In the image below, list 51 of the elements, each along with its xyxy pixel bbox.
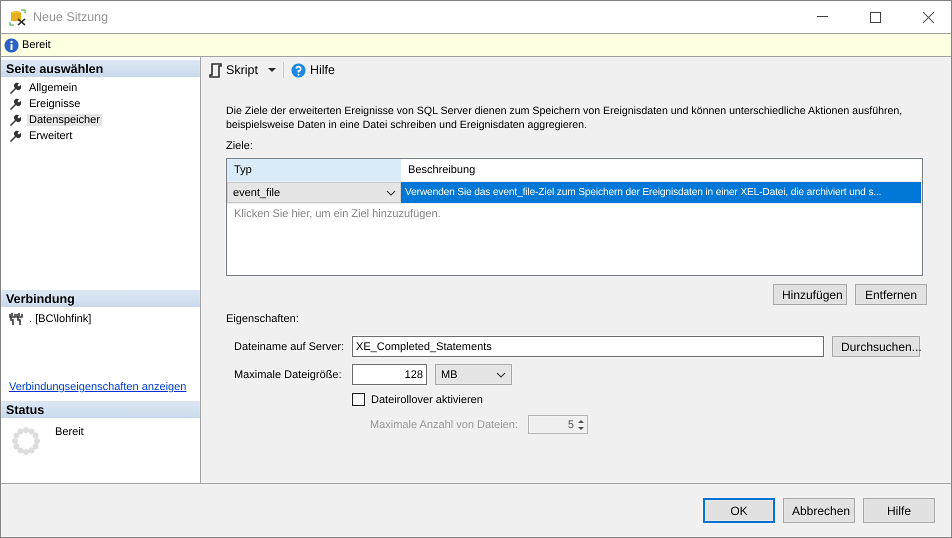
description-text: Die Ziele der erweiterten Ereignisse von SQL Server dienen zum Speichern von Ereignisdaten und können unterschiedliche Aktionen ausführen, beispielsweise Daten in eine Datei schreiben und Ereignisdaten aggregieren. xyxy=(226,104,904,132)
scroll-icon xyxy=(208,62,222,78)
sidebar-item[interactable]: Allgemein xyxy=(27,82,80,94)
dialog-button[interactable]: Abbrechen xyxy=(783,498,855,523)
script-button[interactable]: Skript xyxy=(206,62,278,78)
browse-button[interactable]: Durchsuchen... xyxy=(832,336,920,357)
dialog-button[interactable]: Hilfe xyxy=(863,498,935,523)
table-cell: Verwenden Sie das event_file-Ziel zum Speichern der Ereignisdaten in einer XEL-Datei, die archiviert und s... xyxy=(401,182,921,203)
properties-label: Eigenschaften: xyxy=(226,313,300,325)
chevron-icon xyxy=(386,190,396,196)
maximize-icon xyxy=(870,12,880,22)
section-header: Status xyxy=(1,401,200,418)
unit-dropdown[interactable]: MB xyxy=(435,364,512,385)
targets-label: Ziele: xyxy=(226,140,254,152)
caret-icon xyxy=(268,68,276,72)
type-dropdown[interactable]: event_file xyxy=(227,182,401,203)
field-label: Maximale Dateigröße: xyxy=(234,368,342,380)
close-icon xyxy=(922,12,934,22)
minimize-icon xyxy=(816,16,828,18)
status-text: Bereit xyxy=(55,426,84,440)
help-icon xyxy=(290,62,306,78)
sidebar-item[interactable]: Erweitert xyxy=(27,130,74,142)
add-target-placeholder[interactable]: Klicken Sie hier, um ein Ziel hinzuzufügen. xyxy=(227,204,921,224)
checkbox[interactable] xyxy=(352,393,365,406)
connection-properties-link[interactable]: Verbindungseigenschaften anzeigen xyxy=(9,381,186,393)
grid-button[interactable]: Entfernen xyxy=(855,284,927,305)
help-button[interactable]: Hilfe xyxy=(288,62,337,78)
window-title: Neue Sitzung xyxy=(33,10,110,24)
spinner-icon xyxy=(11,426,41,456)
column-header[interactable]: Typ xyxy=(227,159,401,181)
sidebar-item[interactable]: Datenspeicher xyxy=(27,114,102,126)
chevron-icon xyxy=(496,372,506,378)
checkbox-label: Dateirollover aktivieren xyxy=(371,394,483,406)
wrench-icon xyxy=(9,114,21,126)
dialog-button[interactable]: OK xyxy=(703,498,775,523)
app-icon xyxy=(9,8,26,26)
max-size-field[interactable]: 128 xyxy=(352,364,427,385)
wrench-icon xyxy=(9,82,21,94)
field-label: Dateiname auf Server: xyxy=(234,340,344,352)
wrench-icon xyxy=(9,98,21,110)
sidebar-item[interactable]: Ereignisse xyxy=(27,98,82,110)
section-header: Verbindung xyxy=(1,290,200,307)
info-icon xyxy=(4,38,19,52)
connection-text: . [BC\lohfink] xyxy=(29,313,92,325)
grid-button[interactable]: Hinzufügen xyxy=(773,284,847,305)
plug-icon xyxy=(9,313,23,325)
field-label: Maximale Anzahl von Dateien: xyxy=(370,418,518,430)
file-name-field[interactable]: XE_Completed_Statements xyxy=(352,336,824,357)
info-text: Bereit xyxy=(22,39,51,51)
wrench-icon xyxy=(9,130,21,142)
section-header: Seite auswählen xyxy=(1,60,200,77)
